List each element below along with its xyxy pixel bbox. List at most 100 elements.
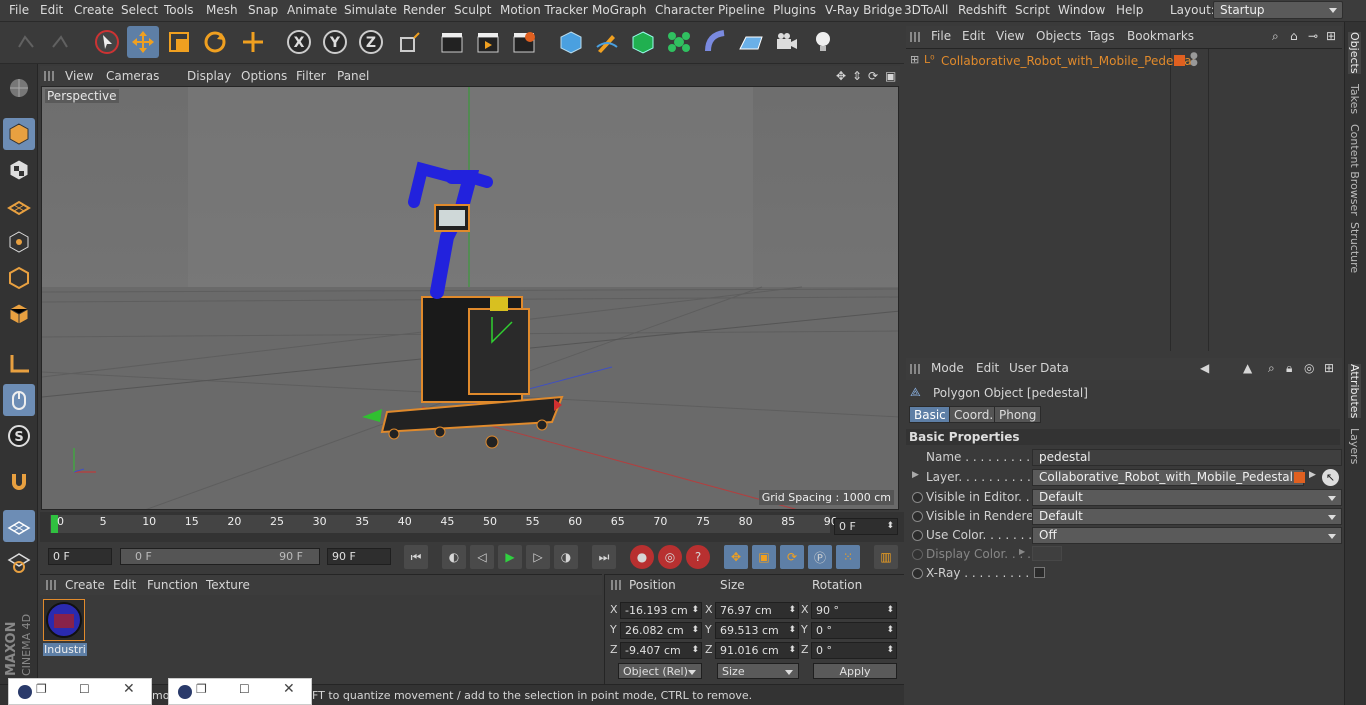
menu-edit[interactable]: Edit xyxy=(40,3,63,17)
attr-menu-edit[interactable]: Edit xyxy=(976,361,999,375)
tab-phong[interactable]: Phong xyxy=(994,406,1042,423)
menu-window[interactable]: Window xyxy=(1058,3,1105,17)
obj-menu-edit[interactable]: Edit xyxy=(962,29,985,43)
camera-button[interactable] xyxy=(771,26,803,58)
cursor-pick-icon[interactable]: ↖ xyxy=(1322,469,1339,486)
search-icon[interactable]: ⌕ xyxy=(1272,29,1279,44)
key-parameter-button[interactable]: Ⓟ xyxy=(808,545,832,569)
mat-menu-create[interactable]: Create xyxy=(65,578,105,592)
vp-menu-filter[interactable]: Filter xyxy=(296,69,326,83)
object-row[interactable]: ⊞ L⁰ Collaborative_Robot_with_Mobile_Ped… xyxy=(908,52,1338,69)
mograph-cloner-button[interactable] xyxy=(663,26,695,58)
expand-arrow-icon[interactable]: ▶ xyxy=(912,470,919,480)
tweak-mode-button[interactable] xyxy=(3,384,35,416)
select-tool-button[interactable] xyxy=(91,26,123,58)
previous-frame-button[interactable]: ◁ xyxy=(470,545,494,569)
vp-menu-view[interactable]: View xyxy=(65,69,93,83)
render-to-picture-viewer-button[interactable] xyxy=(472,26,504,58)
play-button[interactable]: ▶ xyxy=(498,545,522,569)
layout-select[interactable]: Startup xyxy=(1213,1,1343,19)
target-icon[interactable]: ◎ xyxy=(1304,361,1314,375)
subdivision-button[interactable] xyxy=(627,26,659,58)
material-swatch[interactable] xyxy=(43,599,85,641)
lock-icon[interactable]: 🔒︎ xyxy=(1286,361,1292,376)
key-rotation-button[interactable]: ⟳ xyxy=(780,545,804,569)
object-name[interactable]: Collaborative_Robot_with_Mobile_Pedestal xyxy=(941,54,1195,68)
menu-help[interactable]: Help xyxy=(1116,3,1143,17)
minimized-window-2[interactable]: ❐ ☐ ✕ xyxy=(168,678,312,705)
stepper-icon[interactable]: ⬍ xyxy=(886,603,894,618)
obj-menu-bookmarks[interactable]: Bookmarks xyxy=(1127,29,1194,43)
frame-range-slider[interactable]: 0 F 90 F xyxy=(120,548,320,565)
zoom-view-icon[interactable]: ⇕ xyxy=(852,69,862,83)
new-window-icon[interactable]: ⊞ xyxy=(1326,29,1336,43)
stepper-icon[interactable]: ⬍ xyxy=(788,623,796,638)
y-axis-button[interactable]: Y xyxy=(319,26,351,58)
make-editable-button[interactable] xyxy=(3,72,35,104)
keyframe-selection-button[interactable]: ? xyxy=(686,545,710,569)
side-tab-layers[interactable]: Layers xyxy=(1348,428,1361,464)
rotation-p-field[interactable]: 0 ° ⬍ xyxy=(811,622,897,639)
tab-basic[interactable]: Basic xyxy=(909,406,951,423)
previous-key-button[interactable]: ◐ xyxy=(442,545,466,569)
obj-menu-file[interactable]: File xyxy=(931,29,951,43)
solo-button[interactable]: S xyxy=(3,420,35,452)
menu-select[interactable]: Select xyxy=(121,3,158,17)
go-to-end-button[interactable]: ⏭ xyxy=(592,545,616,569)
restore-icon[interactable]: ❐ xyxy=(36,682,47,696)
use-color-select[interactable]: Off xyxy=(1032,527,1342,544)
menu-sculpt[interactable]: Sculpt xyxy=(454,3,491,17)
size-mode-select[interactable]: Size xyxy=(717,663,799,679)
timeline-ruler[interactable]: 0 5 10 15 20 25 30 35 40 45 50 55 60 65 70 75 80 85 90 0 F… xyxy=(40,512,904,542)
floor-object-button[interactable] xyxy=(735,26,767,58)
rotation-b-field[interactable]: 0 ° ⬍ xyxy=(811,642,897,659)
animate-radio[interactable] xyxy=(912,530,923,541)
size-z-field[interactable]: 91.016 cm ⬍ xyxy=(715,642,799,659)
autokey-button[interactable]: ◎ xyxy=(658,545,682,569)
attr-menu-user-data[interactable]: User Data xyxy=(1009,361,1069,375)
recent-tool-button[interactable] xyxy=(237,26,269,58)
key-pla-button[interactable]: ⁙ xyxy=(836,545,860,569)
side-tab-content-browser[interactable]: Content Browser xyxy=(1348,124,1361,216)
scale-tool-button[interactable] xyxy=(163,26,195,58)
tab-coord[interactable]: Coord. xyxy=(949,406,999,423)
stepper-icon[interactable]: ⬍ xyxy=(886,623,894,638)
layer-color-swatch[interactable] xyxy=(1174,55,1185,66)
model-mode-button[interactable] xyxy=(3,118,35,150)
move-tool-button[interactable] xyxy=(127,26,159,58)
pen-spline-button[interactable] xyxy=(591,26,623,58)
rotate-view-icon[interactable]: ⟳ xyxy=(868,69,878,83)
expand-icon[interactable]: ⊞ xyxy=(910,53,919,66)
menu-character[interactable]: Character xyxy=(655,3,714,17)
render-view-button[interactable] xyxy=(436,26,468,58)
stepper-icon[interactable]: ⬍ xyxy=(691,643,699,658)
polygons-mode-button[interactable] xyxy=(3,298,35,330)
xray-checkbox[interactable] xyxy=(1034,567,1045,578)
vp-menu-display[interactable]: Display xyxy=(187,69,231,83)
maximize-icon[interactable]: ☐ xyxy=(79,682,90,696)
visibility-dots-icon[interactable]: ● ● xyxy=(1190,52,1198,68)
next-key-button[interactable]: ◑ xyxy=(554,545,578,569)
animate-radio[interactable] xyxy=(912,511,923,522)
position-z-field[interactable]: -9.407 cm ⬍ xyxy=(620,642,702,659)
end-frame-field[interactable]: 90 F xyxy=(327,548,391,565)
attr-menu-mode[interactable]: Mode xyxy=(931,361,964,375)
menu-3dtoall[interactable]: 3DToAll xyxy=(904,3,948,17)
menu-animate[interactable]: Animate xyxy=(287,3,337,17)
menu-file[interactable]: File xyxy=(9,3,29,17)
move-view-icon[interactable]: ✥ xyxy=(836,69,846,83)
key-position-button[interactable]: ✥ xyxy=(724,545,748,569)
menu-create[interactable]: Create xyxy=(74,3,114,17)
viewport-camera-label[interactable]: Perspective xyxy=(45,89,119,103)
mat-menu-texture[interactable]: Texture xyxy=(206,578,250,592)
maximize-icon[interactable]: ☐ xyxy=(239,682,250,696)
deformer-button[interactable] xyxy=(699,26,731,58)
side-tab-structure[interactable]: Structure xyxy=(1348,222,1361,273)
points-mode-button[interactable] xyxy=(3,226,35,258)
record-button[interactable]: ● xyxy=(630,545,654,569)
new-window-icon[interactable]: ⊞ xyxy=(1324,361,1334,375)
go-to-start-button[interactable]: ⏮ xyxy=(404,545,428,569)
timeline-window-button[interactable]: ▥ xyxy=(874,545,898,569)
animate-radio[interactable] xyxy=(912,568,923,579)
x-axis-button[interactable]: X xyxy=(283,26,315,58)
